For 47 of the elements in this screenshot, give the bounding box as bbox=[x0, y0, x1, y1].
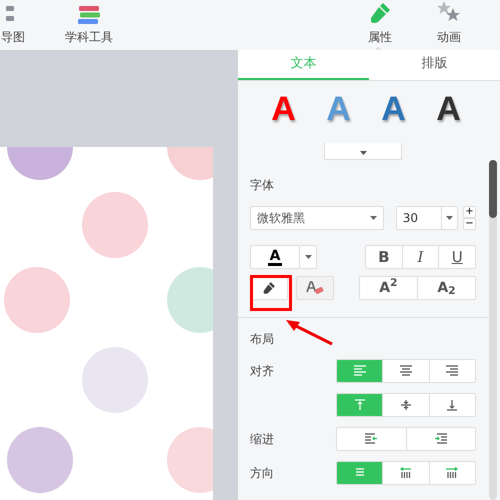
toolbar-item[interactable]: 导图 bbox=[1, 3, 25, 50]
row-label: 缩进 bbox=[250, 431, 275, 448]
size-step-button[interactable]: − bbox=[463, 218, 476, 230]
brush-icon bbox=[262, 281, 276, 295]
vertical-text-icon bbox=[445, 467, 460, 479]
color-dropdown[interactable] bbox=[300, 245, 317, 269]
row-label: 方向 bbox=[250, 465, 275, 482]
subscript-button[interactable]: A$_{2}$ bbox=[416, 277, 475, 299]
caret-icon bbox=[360, 150, 366, 155]
align-top-icon bbox=[352, 399, 367, 411]
align-bottom-icon bbox=[445, 399, 460, 411]
section-title: 布局 bbox=[250, 331, 274, 348]
toolbar-item[interactable]: 动画 bbox=[437, 1, 461, 50]
vertical-text-button[interactable] bbox=[428, 462, 475, 484]
indent-icon bbox=[434, 433, 448, 445]
arrow-annotation bbox=[284, 318, 334, 348]
indent-button[interactable] bbox=[406, 428, 475, 450]
clear-format-button[interactable] bbox=[296, 276, 334, 300]
caret-icon bbox=[370, 216, 377, 220]
caret-icon bbox=[304, 255, 312, 259]
scrollbar-thumb[interactable] bbox=[489, 160, 497, 218]
books-icon bbox=[77, 5, 101, 25]
size-step-button[interactable]: + bbox=[463, 206, 476, 218]
text-style-option[interactable]: A bbox=[271, 92, 296, 126]
section-title: 字体 bbox=[250, 177, 274, 194]
font-color-button[interactable]: A bbox=[250, 245, 300, 269]
caret-icon bbox=[446, 216, 453, 220]
align-center-icon bbox=[399, 365, 413, 377]
highlight-box bbox=[250, 275, 292, 311]
align-middle-icon bbox=[399, 399, 413, 411]
font-select[interactable]: 微软雅黑 bbox=[250, 206, 384, 230]
toolbar-item[interactable]: 学科工具 bbox=[65, 5, 113, 50]
align-bottom-button[interactable] bbox=[428, 394, 475, 416]
size-select[interactable]: 30 bbox=[396, 206, 458, 230]
outdent-icon bbox=[364, 433, 378, 445]
expand-toggle[interactable] bbox=[324, 143, 402, 160]
text-style-option[interactable]: A bbox=[381, 92, 406, 126]
scrollbar[interactable] bbox=[489, 160, 497, 500]
clear-format-icon bbox=[306, 281, 324, 295]
align-right-icon bbox=[445, 365, 460, 377]
text-style-option[interactable]: A bbox=[436, 92, 461, 126]
align-right-button[interactable] bbox=[428, 360, 475, 382]
row-label: 对齐 bbox=[250, 363, 275, 380]
underline-button[interactable]: U bbox=[438, 246, 475, 268]
brush-icon bbox=[368, 1, 392, 25]
vertical-text-icon bbox=[399, 467, 413, 479]
align-left-icon bbox=[352, 365, 367, 377]
